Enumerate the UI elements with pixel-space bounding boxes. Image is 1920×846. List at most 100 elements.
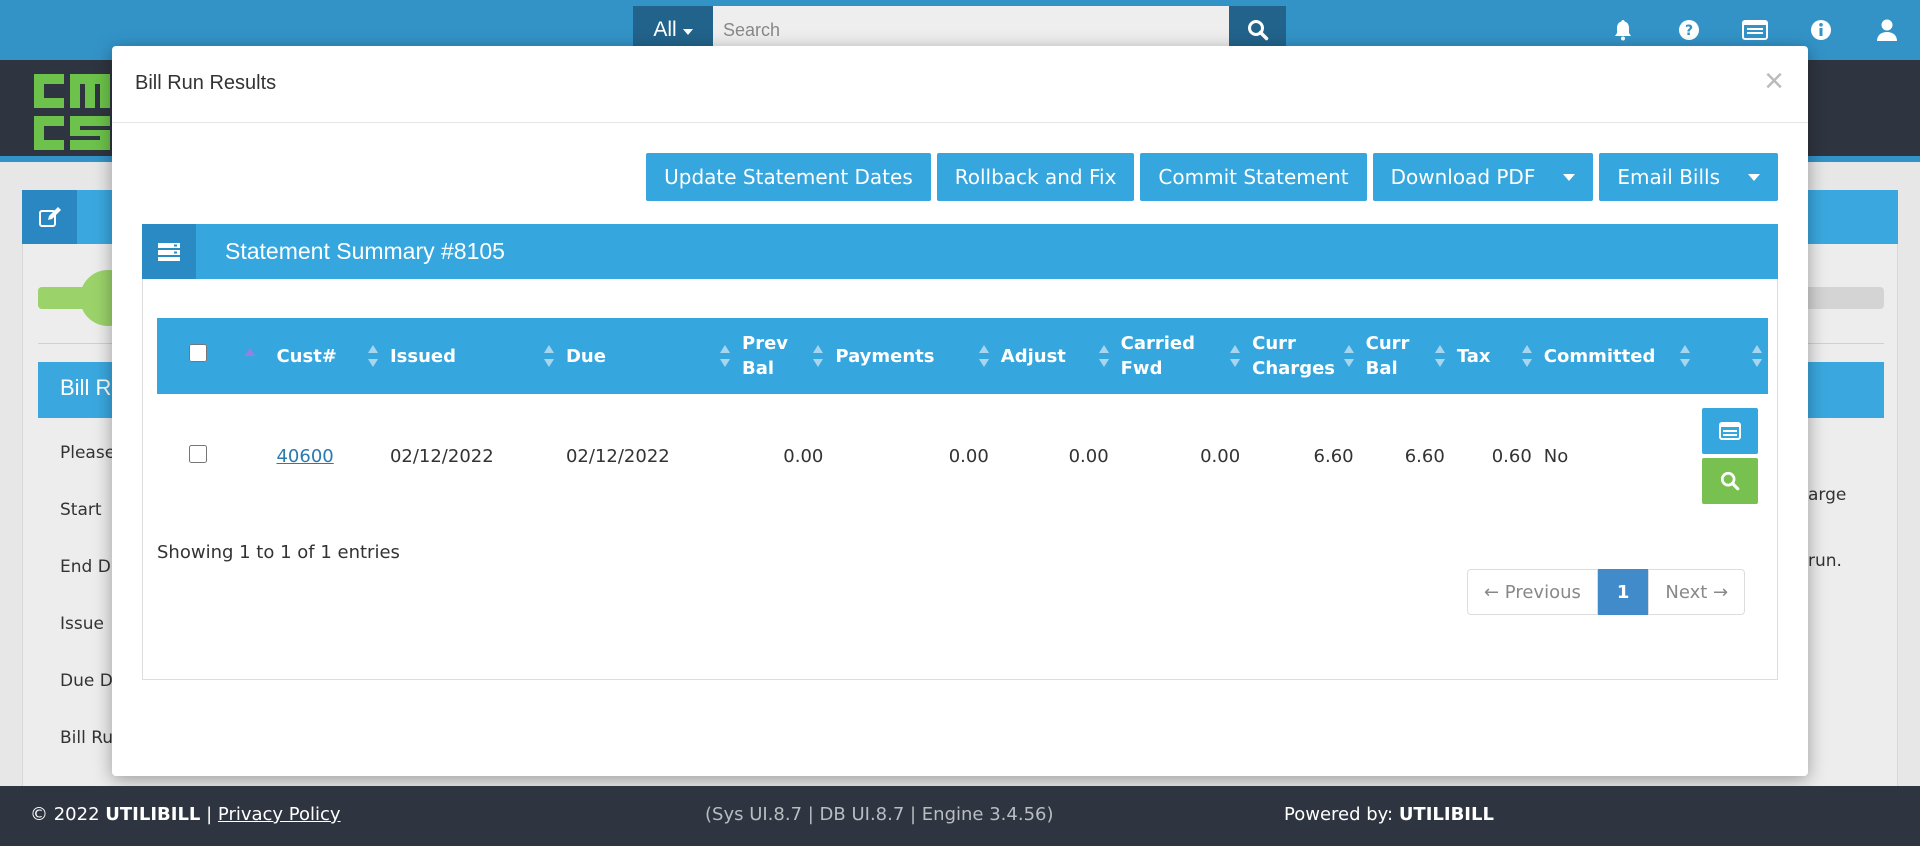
sort-icon (1521, 345, 1532, 367)
sort-icon (1230, 345, 1241, 367)
statement-summary-header: Statement Summary #8105 (142, 224, 1778, 279)
list-card-icon (1718, 422, 1741, 440)
user-menu-button[interactable] (1854, 0, 1920, 60)
background-section-title: Bill R (60, 375, 112, 400)
column-header-prev-bal[interactable]: Prev Bal (736, 318, 829, 394)
server-list-icon (158, 242, 180, 261)
search-icon (1720, 471, 1740, 491)
table-cell: 0.00 (783, 445, 824, 467)
sort-icon (1679, 345, 1690, 367)
row-checkbox[interactable] (188, 444, 207, 463)
chevron-down-icon (682, 28, 693, 35)
rollback-and-fix-button[interactable]: Rollback and Fix (936, 153, 1135, 201)
column-label: Payments (835, 345, 935, 367)
column-header-committed[interactable]: Committed (1538, 318, 1696, 394)
background-label: Start (60, 500, 102, 520)
column-header-payments[interactable]: Payments (829, 318, 994, 394)
sort-up-icon (244, 347, 255, 356)
sort-icon (543, 345, 554, 367)
column-header-actions[interactable] (1696, 318, 1768, 394)
view-statement-button[interactable] (1701, 408, 1758, 454)
search-scope-label: All (653, 18, 677, 41)
column-label: Curr Bal (1365, 333, 1410, 379)
button-label: Download PDF (1390, 165, 1536, 189)
column-header-tax[interactable]: Tax (1451, 318, 1538, 394)
sort-column-header[interactable] (239, 318, 271, 394)
commit-statement-button[interactable]: Commit Statement (1140, 153, 1367, 201)
table-cell: 6.60 (1313, 445, 1354, 467)
table-info-text: Showing 1 to 1 of 1 entries (157, 542, 400, 563)
button-label: Rollback and Fix (954, 165, 1117, 189)
privacy-policy-link[interactable]: Privacy Policy (218, 804, 341, 825)
pagination-previous[interactable]: ← Previous (1467, 569, 1598, 615)
table-cell: 02/12/2022 (565, 445, 670, 467)
separator: | (200, 804, 218, 825)
email-bills-dropdown-button[interactable]: Email Bills (1599, 153, 1778, 201)
column-header-carried-fwd[interactable]: Carried Fwd (1115, 318, 1247, 394)
background-right-text: run. (1808, 551, 1842, 571)
sort-icon (813, 345, 824, 367)
table-cell: 0.60 (1491, 445, 1532, 467)
footer-copyright: © 2022 UTILIBILL | Privacy Policy (30, 804, 341, 825)
background-right-text: arge (1808, 485, 1847, 505)
column-header-curr-charges[interactable]: Curr Charges (1246, 318, 1359, 394)
button-label: Email Bills (1617, 165, 1720, 189)
inspect-statement-button[interactable] (1701, 458, 1758, 504)
button-label: Update Statement Dates (664, 165, 913, 189)
background-label: Please (60, 443, 116, 463)
customer-link[interactable]: 40600 (276, 446, 333, 467)
column-header-due[interactable]: Due (560, 318, 736, 394)
bill-run-results-modal: Bill Run Results × Update Statement Date… (112, 46, 1808, 776)
statement-table: Cust# Issued Due Prev Bal Payments Adjus… (157, 318, 1768, 518)
info-icon (1811, 20, 1831, 40)
background-label: Bill Ru (60, 728, 114, 748)
brand-name: UTILIBILL (105, 804, 201, 825)
column-header-curr-bal[interactable]: Curr Bal (1360, 318, 1451, 394)
caret-down-icon[interactable] (1748, 173, 1760, 181)
table-cell: 40600 (270, 394, 383, 518)
column-header-issued[interactable]: Issued (384, 318, 560, 394)
table-header-row: Cust# Issued Due Prev Bal Payments Adjus… (157, 318, 1768, 394)
version-info: (Sys UI.8.7 | DB UI.8.7 | Engine 3.4.56) (705, 804, 1054, 825)
column-label: Tax (1456, 345, 1491, 367)
modal-header: Bill Run Results × (112, 46, 1808, 123)
pagination-page[interactable]: 1 (1597, 569, 1649, 615)
column-label: Issued (389, 345, 456, 367)
row-select-cell (157, 394, 239, 518)
sort-icon (978, 345, 989, 367)
copyright-text: © 2022 (30, 804, 106, 825)
update-statement-dates-button[interactable]: Update Statement Dates (646, 153, 931, 201)
download-pdf-dropdown-button[interactable]: Download PDF (1372, 153, 1594, 201)
column-label: Curr Charges (1252, 333, 1335, 379)
pagination-next[interactable]: Next → (1648, 569, 1746, 615)
column-label: Prev Bal (742, 333, 789, 379)
select-all-checkbox[interactable] (188, 343, 207, 362)
background-label: Due D (60, 671, 113, 691)
statement-summary-title: Statement Summary #8105 (225, 238, 505, 264)
column-label: Carried Fwd (1120, 333, 1196, 379)
search-icon (1247, 20, 1268, 41)
column-header-adjust[interactable]: Adjust (995, 318, 1115, 394)
powered-by-label: Powered by: (1284, 804, 1399, 825)
bell-icon (1615, 20, 1631, 41)
question-icon: ? (1679, 20, 1699, 40)
column-label: Cust# (276, 345, 337, 367)
sort-icon (1752, 345, 1762, 367)
action-buttons: Update Statement Dates Rollback and Fix … (646, 153, 1778, 201)
close-icon[interactable]: × (1764, 64, 1784, 98)
background-label: Issue (60, 614, 104, 634)
caret-down-icon[interactable] (1563, 173, 1576, 181)
table-cell: 0.00 (1200, 445, 1241, 467)
table-row: 40600 02/12/2022 02/12/2022 0.00 0.00 0.… (157, 394, 1768, 518)
table-cell: No (1543, 445, 1569, 467)
sort-icon (1434, 345, 1445, 367)
table-cell: 02/12/2022 (389, 445, 494, 467)
column-header-cust[interactable]: Cust# (270, 318, 383, 394)
footer: © 2022 UTILIBILL | Privacy Policy (Sys U… (0, 786, 1920, 846)
column-label: Due (565, 345, 606, 367)
summary-icon-box (142, 224, 196, 279)
table-cell: 6.60 (1404, 445, 1445, 467)
column-label: Adjust (1000, 345, 1066, 367)
svg-text:?: ? (1685, 23, 1693, 39)
list-card-icon (1742, 20, 1768, 40)
